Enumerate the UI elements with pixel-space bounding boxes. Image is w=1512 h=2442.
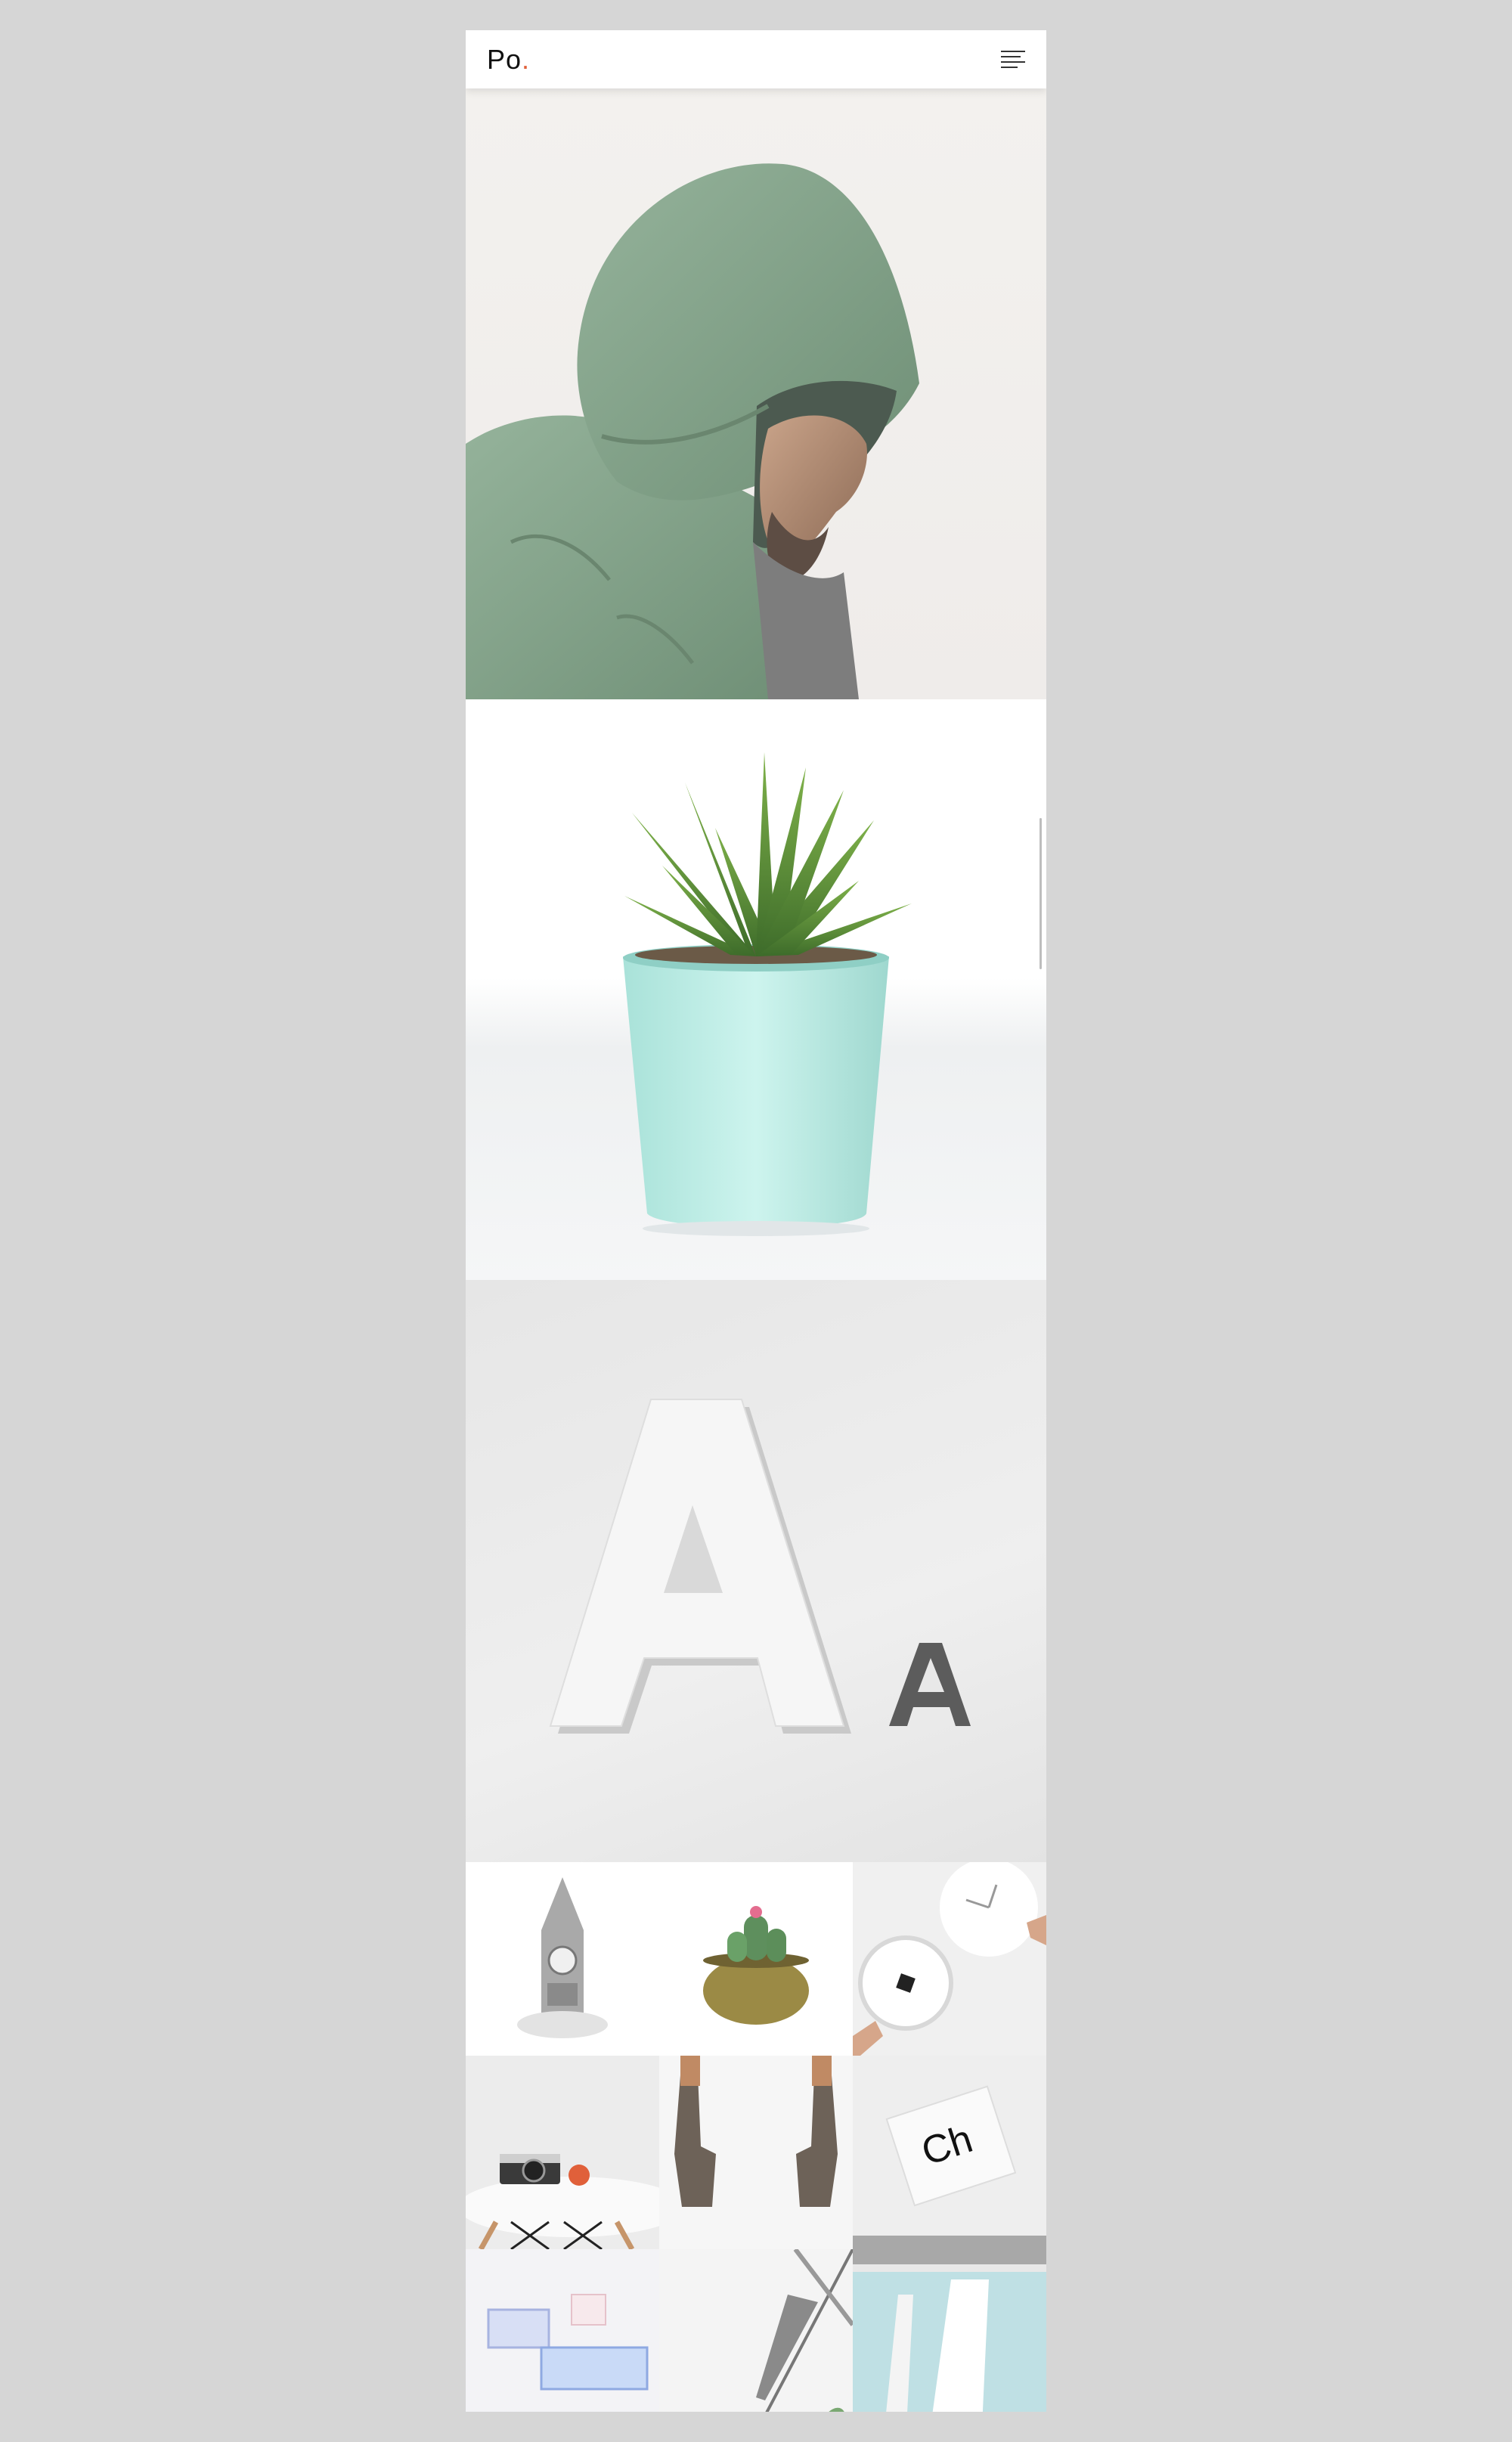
camera-on-chair-photo[interactable] [466,2056,659,2249]
succulent-pot-photo[interactable] [466,699,1046,1280]
hooded-man-photo[interactable] [466,88,1046,699]
bronze-hands-photo[interactable] [659,2056,853,2249]
logo-text: Po [487,43,522,75]
architecture-photo[interactable] [853,2249,1046,2412]
scrollbar[interactable] [1040,818,1042,969]
logo-dot: . [522,43,531,75]
site-frame: Po. Ch [466,30,1046,2412]
thumbnail-grid: Ch [466,1862,1046,2412]
hamburger-menu-icon[interactable] [1001,49,1025,70]
clock-tower-photo[interactable] [466,1862,659,2056]
top-navigation-bar: Po. [466,30,1046,88]
wall-clock-hands-photo[interactable] [853,1862,1046,2056]
cactus-brass-pot-photo[interactable] [659,1862,853,2056]
glass-boxes-photo[interactable] [466,2249,659,2412]
site-logo[interactable]: Po. [487,44,530,76]
letter-a-sculpture-photo[interactable] [466,1280,1046,1862]
pen-on-desk-photo[interactable] [659,2249,853,2412]
ch-paper-card-photo[interactable]: Ch [853,2056,1046,2249]
